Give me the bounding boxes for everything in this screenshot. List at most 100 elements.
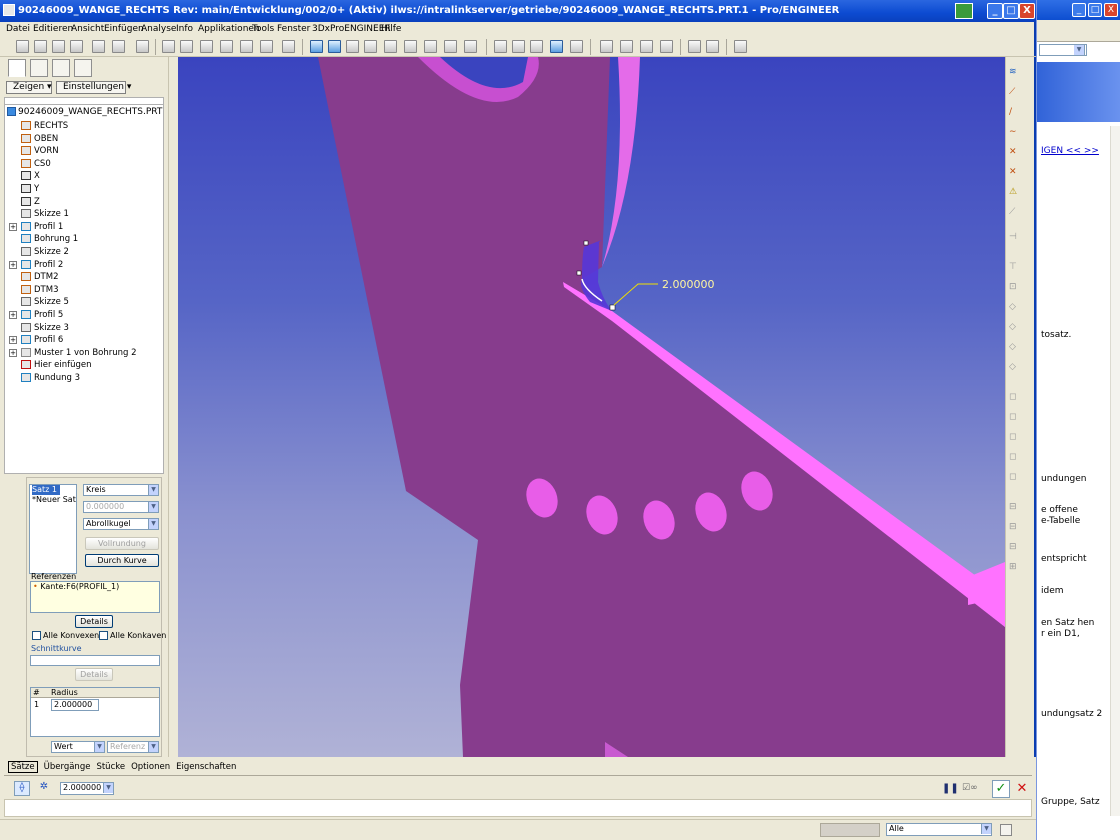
redo-icon[interactable] (180, 40, 193, 53)
reference-item[interactable]: Kante:F6(PROFIL_1) (40, 582, 119, 591)
coordinate-systems-icon[interactable] (660, 40, 673, 53)
menu-info[interactable]: Info (176, 24, 193, 34)
expand-icon[interactable]: + (9, 311, 17, 319)
tab-pieces[interactable]: Stücke (96, 762, 125, 772)
send-icon[interactable] (112, 40, 125, 53)
cut-icon[interactable] (200, 40, 213, 53)
network-status-icon[interactable] (955, 3, 973, 19)
bg-maximize-button[interactable]: □ (1088, 3, 1102, 17)
tree-item[interactable]: Y (21, 183, 39, 195)
extrude-tool-icon[interactable]: ⟋ (1009, 207, 1022, 220)
dimension-value[interactable]: 2.000000 (662, 278, 715, 291)
paste-special-icon[interactable] (260, 40, 273, 53)
regenerate-icon[interactable] (136, 40, 149, 53)
details-button[interactable]: Details (75, 615, 113, 628)
repaint-icon[interactable] (310, 40, 323, 53)
radius-table[interactable]: # Radius 1 2.000000 (30, 687, 160, 737)
rib-tool-icon[interactable]: ◇ (1009, 342, 1022, 355)
draft-tool-icon[interactable]: ◇ (1009, 362, 1022, 375)
set-item-1[interactable]: Satz 1 (32, 485, 60, 495)
tree-item[interactable]: + Profil 5 (9, 309, 63, 321)
menu-editieren[interactable]: Editieren (33, 24, 73, 34)
expand-icon[interactable]: + (9, 336, 17, 345)
analysis-tool-icon[interactable]: ⚠ (1009, 187, 1022, 200)
references-list[interactable]: • Kante:F6(PROFIL_1) (30, 581, 160, 613)
menu-analyse[interactable]: Analyse (141, 24, 176, 34)
tree-item[interactable]: OBEN (21, 133, 58, 145)
reorient-icon[interactable] (404, 40, 417, 53)
tree-item[interactable]: + Profil 6 (9, 334, 63, 346)
datum-curve-tool-icon[interactable]: ∕ (1009, 107, 1022, 120)
mirror-tool-icon[interactable]: ◻ (1009, 432, 1022, 445)
tree-item[interactable]: VORN (21, 145, 59, 157)
thicken-tool-icon[interactable]: ⊟ (1009, 542, 1022, 555)
bg-close-button[interactable]: X (1104, 3, 1118, 17)
tree-item[interactable]: + Profil 1 (9, 221, 63, 233)
zoom-in-icon[interactable] (346, 40, 359, 53)
round-tool-icon[interactable]: ◻ (1009, 392, 1022, 405)
through-curve-button[interactable]: Durch Kurve (85, 554, 159, 567)
transition-mode-icon[interactable]: ✲ (36, 781, 52, 796)
part-body[interactable] (318, 57, 1005, 757)
datum-points-icon[interactable] (640, 40, 653, 53)
expand-icon[interactable]: + (9, 260, 17, 269)
minimize-button[interactable]: _ (987, 3, 1003, 19)
radius-row-value[interactable]: 2.000000 (51, 699, 99, 711)
radius-combo[interactable]: 2.000000 ▼ (60, 782, 114, 795)
csys-tool-icon[interactable]: ✕ (1009, 167, 1022, 180)
expand-icon[interactable]: + (9, 222, 17, 231)
view-manager-icon[interactable] (464, 40, 477, 53)
sweep-tool-icon[interactable]: ⊤ (1009, 262, 1022, 275)
menu-hilfe[interactable]: Hilfe (381, 24, 401, 34)
resize-grip-icon[interactable] (1000, 824, 1012, 836)
paste-icon[interactable] (240, 40, 253, 53)
maximize-button[interactable]: □ (1003, 3, 1019, 19)
copy-icon[interactable] (220, 40, 233, 53)
set-mode-icon[interactable]: ⟠ (14, 781, 30, 796)
menu-3dx[interactable]: 3DxProENGINEER (312, 24, 391, 34)
model-tree-toggle-icon[interactable] (570, 40, 583, 53)
spin-center-icon[interactable] (328, 40, 341, 53)
merge-tool-icon[interactable]: ◻ (1009, 452, 1022, 465)
revolve-tool-icon[interactable]: ⊣ (1009, 232, 1022, 245)
all-convex-checkbox[interactable] (32, 631, 41, 640)
tree-item[interactable]: + Muster 1 von Bohrung 2 (9, 347, 137, 359)
set-item-new[interactable]: *Neuer Satz (32, 495, 76, 505)
model-viewport[interactable]: 2.000000 (178, 57, 1005, 757)
tree-item[interactable]: Skizze 5 (21, 296, 69, 308)
shell-tool-icon[interactable]: ◇ (1009, 322, 1022, 335)
tree-item[interactable]: CS0 (21, 158, 51, 170)
method-select[interactable]: Abrollkugel ▼ (83, 518, 159, 530)
tab-sets[interactable]: Sätze (8, 761, 38, 773)
model-tree-tab[interactable] (8, 59, 26, 77)
round-drag-handle[interactable] (583, 240, 589, 246)
folder-browser-tab[interactable] (30, 59, 48, 77)
menu-datei[interactable]: Datei (6, 24, 30, 34)
email-icon[interactable] (92, 40, 105, 53)
print-icon[interactable] (70, 40, 83, 53)
blend-tool-icon[interactable]: ⊡ (1009, 282, 1022, 295)
menu-einfuegen[interactable]: Einfügen (104, 24, 144, 34)
hole-tool-icon[interactable]: ◇ (1009, 302, 1022, 315)
pattern-tool-icon[interactable]: ⊟ (1009, 502, 1022, 515)
radius-drag-handle[interactable] (609, 304, 616, 311)
reference-type-select[interactable]: Referenz ▼ (107, 741, 159, 753)
menu-tools[interactable]: Tools (252, 24, 274, 34)
shape-select[interactable]: Kreis ▼ (83, 484, 159, 496)
tab-transitions[interactable]: Übergänge (44, 762, 91, 772)
graphics-window[interactable]: 2.000000 (178, 57, 1005, 757)
value-combo[interactable]: 0.000000 ▼ (83, 501, 159, 513)
saved-views-icon[interactable] (424, 40, 437, 53)
tree-item[interactable]: RECHTS (21, 120, 68, 132)
tree-root[interactable]: 90246009_WANGE_RECHTS.PRT (7, 107, 162, 117)
tree-item[interactable]: DTM2 (21, 271, 58, 283)
tree-item[interactable]: DTM3 (21, 284, 58, 296)
settings-dropdown[interactable]: Einstellungen ▾ (56, 81, 131, 94)
pause-icon[interactable]: ❚❚ (942, 783, 959, 794)
selection-filter-select[interactable]: Alle ▼ (886, 823, 992, 836)
deselect-icon[interactable] (706, 40, 719, 53)
no-hidden-icon[interactable] (530, 40, 543, 53)
menu-ansicht[interactable]: Ansicht (71, 24, 104, 34)
chamfer-tool-icon[interactable]: ◻ (1009, 412, 1022, 425)
open-icon[interactable] (34, 40, 47, 53)
